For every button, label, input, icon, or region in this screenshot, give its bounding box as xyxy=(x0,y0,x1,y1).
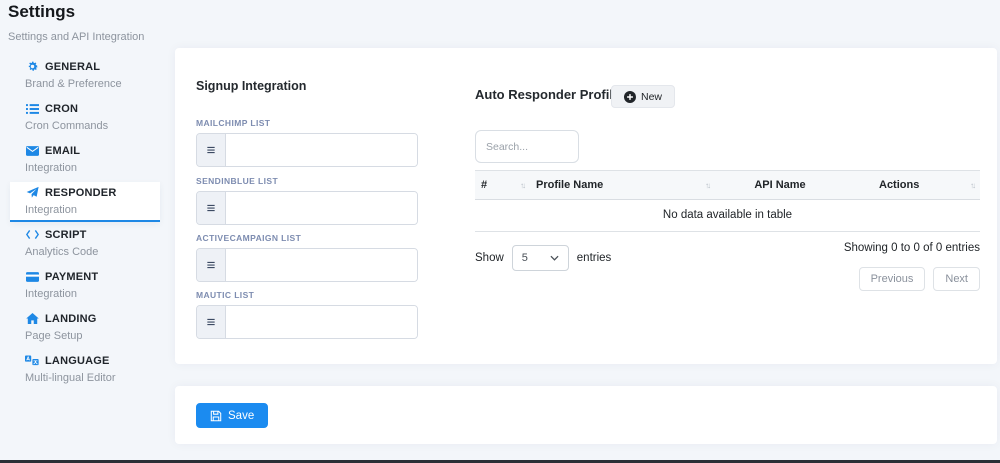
page-title: Settings xyxy=(8,2,144,22)
sort-icon: ↑↓ xyxy=(970,181,974,190)
field-label: SENDINBLUE LIST xyxy=(196,176,418,186)
home-icon xyxy=(25,312,39,325)
gear-icon xyxy=(25,60,39,73)
signup-integration-section: Signup Integration MAILCHIMP LIST ≡ SEND… xyxy=(196,48,418,364)
paper-plane-icon xyxy=(25,186,39,199)
sidebar-item-label: GENERAL xyxy=(45,61,100,73)
sendinblue-list-field: SENDINBLUE LIST ≡ xyxy=(196,176,418,225)
save-disk-icon xyxy=(210,410,222,422)
auto-responder-heading: Auto Responder Profile xyxy=(475,87,620,102)
activecampaign-list-input[interactable] xyxy=(226,249,417,281)
sidebar-item-sublabel: Integration xyxy=(25,204,160,216)
field-label: ACTIVECAMPAIGN LIST xyxy=(196,233,418,243)
list-addon-icon: ≡ xyxy=(197,134,226,166)
activecampaign-list-field: ACTIVECAMPAIGN LIST ≡ xyxy=(196,233,418,282)
column-header-index[interactable]: #↑↓ xyxy=(475,171,530,200)
sidebar-item-sublabel: Multi-lingual Editor xyxy=(25,372,168,384)
page-size-control: Show 5 entries xyxy=(475,245,611,271)
pagination-summary: Showing 0 to 0 of 0 entries xyxy=(844,242,980,254)
sidebar-item-email[interactable]: EMAIL Integration xyxy=(0,140,168,182)
empty-table-row: No data available in table xyxy=(475,200,980,232)
save-button[interactable]: Save xyxy=(196,403,268,428)
sidebar-item-general[interactable]: GENERAL Brand & Preference xyxy=(0,56,168,98)
previous-button[interactable]: Previous xyxy=(859,267,926,291)
sidebar-item-sublabel: Integration xyxy=(25,288,168,300)
responder-table: #↑↓ Profile Name↑↓ API Name Actions↑↓ No… xyxy=(475,170,980,232)
sidebar-item-label: EMAIL xyxy=(45,145,80,157)
empty-table-message: No data available in table xyxy=(475,200,980,232)
sidebar-item-label: SCRIPT xyxy=(45,229,87,241)
new-button-label: New xyxy=(641,91,662,103)
sidebar-item-label: CRON xyxy=(45,103,78,115)
sidebar-item-sublabel: Analytics Code xyxy=(25,246,168,258)
sidebar-item-language[interactable]: LANGUAGE Multi-lingual Editor xyxy=(0,350,168,392)
column-header-profile-name[interactable]: Profile Name↑↓ xyxy=(530,171,715,200)
sendinblue-list-input[interactable] xyxy=(226,192,417,224)
list-addon-icon: ≡ xyxy=(197,192,226,224)
page-header: Settings Settings and API Integration xyxy=(8,2,144,43)
sidebar-item-sublabel: Integration xyxy=(25,162,168,174)
auto-responder-section: Auto Responder Profile New #↑↓ Profile N… xyxy=(475,48,980,364)
sidebar-item-sublabel: Brand & Preference xyxy=(25,78,168,90)
mautic-list-input[interactable] xyxy=(226,306,417,338)
sidebar-item-label: PAYMENT xyxy=(45,271,98,283)
chevron-down-icon xyxy=(550,255,559,261)
sidebar-item-sublabel: Cron Commands xyxy=(25,120,168,132)
sidebar-item-label: RESPONDER xyxy=(45,187,116,199)
entries-label: entries xyxy=(577,252,612,264)
search-input[interactable] xyxy=(475,130,579,163)
task-list-icon xyxy=(25,102,39,115)
sidebar-item-script[interactable]: SCRIPT Analytics Code xyxy=(0,224,168,266)
mautic-list-field: MAUTIC LIST ≡ xyxy=(196,290,418,339)
page-subtitle: Settings and API Integration xyxy=(8,31,144,43)
mailchimp-list-field: MAILCHIMP LIST ≡ xyxy=(196,118,418,167)
next-button[interactable]: Next xyxy=(933,267,980,291)
sidebar-item-responder[interactable]: RESPONDER Integration xyxy=(10,182,160,222)
sidebar-item-label: LANGUAGE xyxy=(45,355,110,367)
list-addon-icon: ≡ xyxy=(197,249,226,281)
field-label: MAILCHIMP LIST xyxy=(196,118,418,128)
new-profile-button[interactable]: New xyxy=(611,85,675,108)
sidebar-item-label: LANDING xyxy=(45,313,97,325)
field-label: MAUTIC LIST xyxy=(196,290,418,300)
settings-sidebar: GENERAL Brand & Preference CRON Cron Com… xyxy=(0,56,168,392)
plus-circle-icon xyxy=(624,91,636,103)
mailchimp-list-input[interactable] xyxy=(226,134,417,166)
column-header-api-name[interactable]: API Name xyxy=(715,171,845,200)
page-size-select[interactable]: 5 xyxy=(512,245,569,271)
code-icon xyxy=(25,228,39,241)
sort-icon: ↑↓ xyxy=(520,181,524,190)
sidebar-item-payment[interactable]: PAYMENT Integration xyxy=(0,266,168,308)
list-addon-icon: ≡ xyxy=(197,306,226,338)
envelope-icon xyxy=(25,144,39,157)
save-button-label: Save xyxy=(228,410,254,422)
sidebar-item-landing[interactable]: LANDING Page Setup xyxy=(0,308,168,350)
credit-card-icon xyxy=(25,270,39,283)
translate-icon xyxy=(25,354,39,367)
sort-icon: ↑↓ xyxy=(705,181,709,190)
column-header-actions[interactable]: Actions↑↓ xyxy=(845,171,980,200)
show-label: Show xyxy=(475,252,504,264)
signup-integration-heading: Signup Integration xyxy=(196,79,306,93)
settings-main-card: Signup Integration MAILCHIMP LIST ≡ SEND… xyxy=(175,48,997,364)
sidebar-item-sublabel: Page Setup xyxy=(25,330,168,342)
sidebar-item-cron[interactable]: CRON Cron Commands xyxy=(0,98,168,140)
save-card: Save xyxy=(175,386,997,444)
pagination-controls: Previous Next xyxy=(859,267,980,291)
